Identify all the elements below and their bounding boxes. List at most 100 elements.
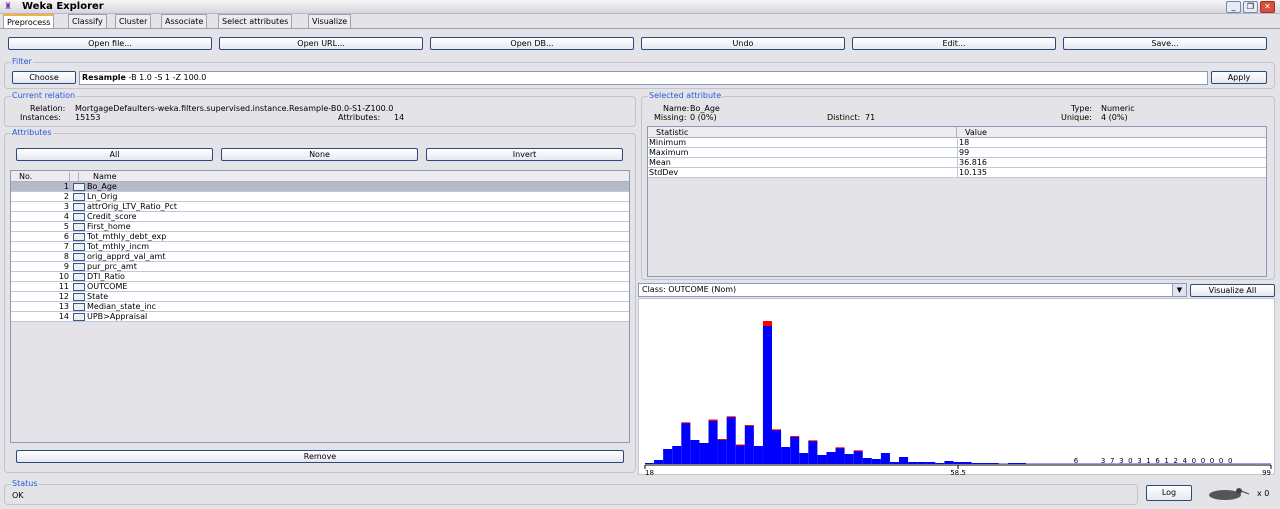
open-db-button[interactable]: Open DB... <box>430 37 634 50</box>
visualize-all-button[interactable]: Visualize All <box>1190 284 1275 297</box>
attribute-name: orig_apprd_val_amt <box>87 252 166 261</box>
attr-missing-value: 0 (0%) <box>690 113 717 122</box>
column-header-statistic[interactable]: Statistic <box>656 128 688 137</box>
instances-value: 15153 <box>75 113 101 122</box>
histogram-bar <box>808 441 818 464</box>
column-header-checkbox[interactable] <box>69 172 79 181</box>
attr-type-value: Numeric <box>1101 104 1135 113</box>
weka-logo-icon: ♜ <box>4 2 13 12</box>
edit-button[interactable]: Edit... <box>852 37 1056 50</box>
choose-filter-button[interactable]: Choose <box>12 71 76 84</box>
apply-button[interactable]: Apply <box>1211 71 1267 84</box>
histogram-bar <box>817 455 827 464</box>
filter-options: -B 1.0 -S 1 -Z 100.0 <box>125 73 207 82</box>
histogram-bar <box>799 453 809 464</box>
attributes-table: No. Name 1 Bo_Age 2 Ln_Orig 3 attrOrig_LTV_Ra… <box>10 170 630 443</box>
attribute-row[interactable]: 9 pur_prc_amt <box>11 262 629 272</box>
attr-type-label: Type: <box>1071 104 1093 113</box>
attribute-name: DTI_Ratio <box>87 272 125 281</box>
undo-button[interactable]: Undo <box>641 37 845 50</box>
histogram-bar <box>1243 463 1253 464</box>
histogram-bar <box>908 462 918 464</box>
bar-count-label: 0 <box>1228 457 1232 465</box>
window-title: Weka Explorer <box>22 1 104 12</box>
column-header-name[interactable]: Name <box>93 172 117 181</box>
attribute-name: Ln_Orig <box>87 192 118 201</box>
histogram-bar <box>735 445 745 464</box>
bar-count-label: 4 <box>1183 457 1188 465</box>
tab-select-attributes[interactable]: Select attributes <box>218 14 293 28</box>
histogram-bar-red <box>744 425 754 426</box>
attribute-row[interactable]: 2 Ln_Orig <box>11 192 629 202</box>
attribute-checkbox[interactable] <box>73 213 85 221</box>
bar-count-label: 1 <box>1164 457 1168 465</box>
attributes-label: Attributes <box>11 128 53 137</box>
attribute-row[interactable]: 11 OUTCOME <box>11 282 629 292</box>
save-button[interactable]: Save... <box>1063 37 1267 50</box>
attribute-row[interactable]: 1 Bo_Age <box>11 182 629 192</box>
attribute-checkbox[interactable] <box>73 313 85 321</box>
attribute-checkbox[interactable] <box>73 243 85 251</box>
tab-associate[interactable]: Associate <box>161 14 208 28</box>
open-url-button[interactable]: Open URL... <box>219 37 423 50</box>
select-all-button[interactable]: All <box>16 148 213 161</box>
attribute-checkbox[interactable] <box>73 193 85 201</box>
attribute-number: 14 <box>58 312 69 321</box>
open-file-button[interactable]: Open file... <box>8 37 212 50</box>
log-button[interactable]: Log <box>1146 485 1192 501</box>
attribute-checkbox[interactable] <box>73 253 85 261</box>
histogram-chart: 6 3 7 3 0 3 1 6 1 2 4 0 0 0 0 018 58.5 99 <box>644 321 1272 476</box>
attribute-checkbox[interactable] <box>73 203 85 211</box>
attribute-row[interactable]: 13 Median_state_inc <box>11 302 629 312</box>
attribute-name: OUTCOME <box>87 282 128 291</box>
attribute-row[interactable]: 12 State <box>11 292 629 302</box>
attribute-checkbox[interactable] <box>73 183 85 191</box>
attribute-row[interactable]: 4 Credit_score <box>11 212 629 222</box>
histogram-bar-red <box>681 422 691 424</box>
attribute-row[interactable]: 5 First_home <box>11 222 629 232</box>
maximize-icon[interactable]: ❐ <box>1243 1 1258 13</box>
attr-name-label: Name: <box>663 104 690 113</box>
attribute-row[interactable]: 6 Tot_mthly_debt_exp <box>11 232 629 242</box>
attribute-row[interactable]: 14 UPB>Appraisal <box>11 312 629 322</box>
filter-field[interactable]: Resample -B 1.0 -S 1 -Z 100.0 <box>79 71 1208 85</box>
select-none-button[interactable]: None <box>221 148 418 161</box>
attribute-checkbox[interactable] <box>73 273 85 281</box>
attribute-checkbox[interactable] <box>73 263 85 271</box>
tab-divider <box>0 28 1280 29</box>
column-header-no[interactable]: No. <box>19 172 32 181</box>
attribute-row[interactable]: 10 DTI_Ratio <box>11 272 629 282</box>
attribute-name: pur_prc_amt <box>87 262 137 271</box>
histogram-bar-red <box>726 416 736 418</box>
tab-visualize[interactable]: Visualize <box>308 14 352 28</box>
attribute-checkbox[interactable] <box>73 293 85 301</box>
statistics-table: Statistic Value Minimum 18 Maximum 99 Mean 36… <box>647 126 1267 277</box>
chevron-down-icon[interactable]: ▼ <box>1172 284 1186 296</box>
minimize-icon[interactable]: _ <box>1226 1 1241 13</box>
close-icon[interactable]: ✕ <box>1260 1 1275 13</box>
attribute-row[interactable]: 3 attrOrig_LTV_Ratio_Pct <box>11 202 629 212</box>
tab-cluster[interactable]: Cluster <box>115 14 152 28</box>
attribute-row[interactable]: 8 orig_apprd_val_amt <box>11 252 629 262</box>
attribute-row[interactable]: 7 Tot_mthly_incm <box>11 242 629 252</box>
histogram-bar <box>744 426 754 464</box>
tab-classify[interactable]: Classify <box>68 14 107 28</box>
histogram-bar <box>1016 463 1027 464</box>
class-select[interactable]: Class: OUTCOME (Nom) ▼ <box>638 283 1187 297</box>
remove-button[interactable]: Remove <box>16 450 624 463</box>
histogram-bar <box>1007 463 1017 464</box>
attribute-checkbox[interactable] <box>73 233 85 241</box>
attr-missing-label: Missing: <box>654 113 687 122</box>
filter-label: Filter <box>11 57 33 66</box>
bar-count-label: 0 <box>1128 457 1132 465</box>
attribute-checkbox[interactable] <box>73 303 85 311</box>
status-panel: Status <box>4 479 1138 505</box>
attribute-checkbox[interactable] <box>73 283 85 291</box>
invert-selection-button[interactable]: Invert <box>426 148 623 161</box>
attribute-number: 7 <box>63 242 69 251</box>
column-header-value[interactable]: Value <box>956 127 987 137</box>
tab-preprocess[interactable]: Preprocess <box>3 14 55 29</box>
attribute-checkbox[interactable] <box>73 223 85 231</box>
attribute-name: Tot_mthly_incm <box>87 242 149 251</box>
attribute-name: First_home <box>87 222 131 231</box>
